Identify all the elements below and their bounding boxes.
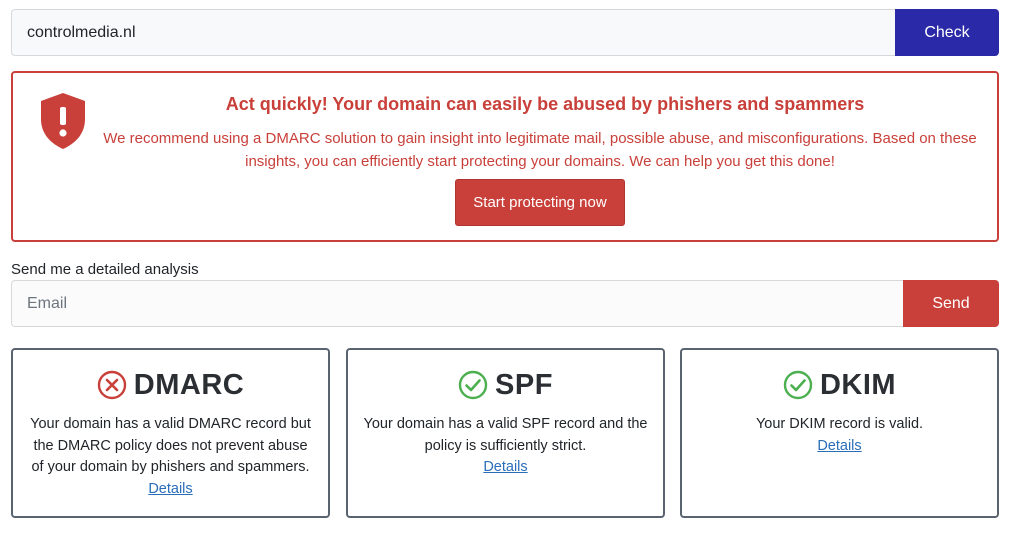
card-text: Your domain has a valid SPF record and t… xyxy=(363,416,648,454)
card-title: DKIM xyxy=(819,368,897,401)
shield-exclamation-icon xyxy=(41,93,85,149)
email-input[interactable] xyxy=(11,280,903,327)
check-circle-icon xyxy=(783,370,813,400)
card-header: SPF xyxy=(348,367,663,403)
dkim-card: DKIM Your DKIM record is valid. Details xyxy=(680,348,999,518)
details-link[interactable]: Details xyxy=(817,436,861,458)
domain-input[interactable] xyxy=(11,9,895,56)
card-header: DKIM xyxy=(682,367,997,403)
spf-card: SPF Your domain has a valid SPF record a… xyxy=(346,348,665,518)
alert-text: We recommend using a DMARC solution to g… xyxy=(103,130,977,170)
check-circle-icon xyxy=(458,370,488,400)
analysis-form: Send xyxy=(11,280,999,327)
card-title: SPF xyxy=(495,368,553,401)
warning-alert: Act quickly! Your domain can easily be a… xyxy=(11,71,999,242)
analysis-label: Send me a detailed analysis xyxy=(11,261,199,278)
start-protecting-button[interactable]: Start protecting now xyxy=(455,179,625,226)
card-text: Your domain has a valid DMARC record but… xyxy=(30,416,311,475)
check-button[interactable]: Check xyxy=(895,9,999,56)
alert-title: Act quickly! Your domain can easily be a… xyxy=(225,94,865,114)
details-link[interactable]: Details xyxy=(148,479,192,501)
x-circle-icon xyxy=(97,370,126,400)
details-link[interactable]: Details xyxy=(483,457,527,479)
send-button[interactable]: Send xyxy=(903,280,999,327)
dmarc-card: DMARC Your domain has a valid DMARC reco… xyxy=(11,348,330,518)
domain-check-form: Check xyxy=(11,9,999,56)
card-header: DMARC xyxy=(13,367,328,403)
card-text: Your DKIM record is valid. xyxy=(755,416,924,432)
card-title: DMARC xyxy=(133,368,245,401)
